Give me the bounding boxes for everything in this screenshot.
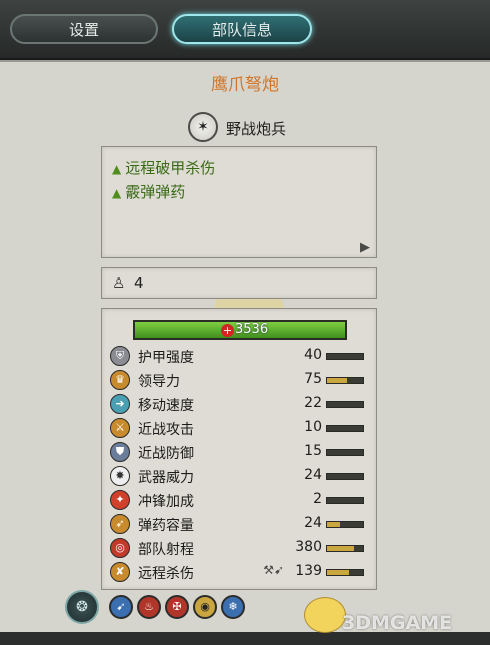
unit-name: 鹰爪弩炮 — [211, 75, 279, 95]
unit-size-box: ♙ 4 — [101, 267, 377, 299]
watermark: 3DMGAME — [342, 612, 453, 634]
weapon-strength-icon: ✸ — [110, 466, 130, 486]
health-value: 3536 — [235, 322, 269, 337]
stat-row-weapon-strength[interactable]: ✸ 武器威力 24 — [110, 465, 370, 487]
melee-defence-icon: ⛊ — [110, 442, 130, 462]
stat-bar — [326, 449, 364, 456]
tab-settings[interactable]: 设置 — [10, 14, 158, 44]
stat-row-missile-damage[interactable]: ✘ 远程杀伤 ⚒➹ 139 — [110, 561, 370, 583]
health-plus-icon: + — [221, 324, 234, 337]
stat-label: 远程杀伤 — [138, 566, 194, 582]
anti-large-icon[interactable]: ✠ — [165, 595, 189, 619]
formation-icon[interactable]: ❂ — [65, 590, 99, 624]
missile-damage-icon: ✘ — [110, 562, 130, 582]
stat-bar — [326, 377, 364, 384]
stat-label: 护甲强度 — [138, 350, 194, 366]
stat-row-range[interactable]: ◎ 部队射程 380 — [110, 537, 370, 559]
stat-bar — [326, 545, 364, 552]
stat-row-armour[interactable]: ⛨ 护甲强度 40 — [110, 345, 370, 367]
stat-row-leadership[interactable]: ♛ 领导力 75 — [110, 369, 370, 391]
stat-bar — [326, 521, 364, 528]
stat-bar-fill — [327, 570, 349, 575]
fire-icon[interactable]: ♨ — [137, 595, 161, 619]
play-icon[interactable]: ▶ — [360, 240, 370, 255]
stat-value: 22 — [304, 395, 322, 411]
stat-bar-fill — [327, 522, 340, 527]
stat-value: 139 — [295, 563, 322, 579]
attribute-label: 远程破甲杀伤 — [125, 159, 216, 177]
speed-icon: ➜ — [110, 394, 130, 414]
stat-row-ammunition[interactable]: ➶ 弹药容量 24 — [110, 513, 370, 535]
cannon-icon: ✶ — [188, 112, 218, 142]
stat-bar — [326, 569, 364, 576]
stat-bar — [326, 425, 364, 432]
stats-box: + 3536 ⛨ 护甲强度 40 ♛ 领导力 75 ➜ 移动速度 22 ⚔ 近战… — [101, 308, 377, 590]
attribute-item[interactable]: ▲ 远程破甲杀伤 — [112, 157, 215, 178]
stat-label: 移动速度 — [138, 398, 194, 414]
ammunition-icon: ➶ — [110, 514, 130, 534]
crossbow-icon[interactable]: ➹ — [109, 595, 133, 619]
health-bar[interactable]: + 3536 — [133, 320, 347, 340]
stat-label: 冲锋加成 — [138, 494, 194, 510]
melee-attack-icon: ⚔ — [110, 418, 130, 438]
tab-unit-info[interactable]: 部队信息 — [172, 14, 312, 44]
green-triangle-icon: ▲ — [112, 186, 122, 200]
stat-label: 部队射程 — [138, 542, 194, 558]
stat-row-charge-bonus[interactable]: ✦ 冲锋加成 2 — [110, 489, 370, 511]
armor-icon: ⛨ — [110, 346, 130, 366]
stat-value: 24 — [304, 515, 322, 531]
stat-value: 75 — [304, 371, 322, 387]
stat-value: 24 — [304, 467, 322, 483]
unit-size-value: 4 — [134, 274, 144, 292]
stat-label: 近战攻击 — [138, 422, 194, 438]
stat-value: 40 — [304, 347, 322, 363]
attributes-box: ▲ 远程破甲杀伤 ▲ 霰弹弹药 ▶ — [101, 146, 377, 258]
stat-row-melee-defence[interactable]: ⛊ 近战防御 15 — [110, 441, 370, 463]
stat-bar — [326, 353, 364, 360]
charge-bonus-icon: ✦ — [110, 490, 130, 510]
stat-row-melee-attack[interactable]: ⚔ 近战攻击 10 — [110, 417, 370, 439]
range-icon: ◎ — [110, 538, 130, 558]
watermark-mascot-image — [304, 597, 346, 633]
stat-value: 380 — [295, 539, 322, 555]
stat-bar-fill — [327, 378, 347, 383]
stat-value: 15 — [304, 443, 322, 459]
vision-icon[interactable]: ◉ — [193, 595, 217, 619]
soldier-icon: ♙ — [112, 274, 126, 292]
stat-bar — [326, 473, 364, 480]
attribute-label: 霰弹弹药 — [125, 183, 186, 201]
stat-label: 弹药容量 — [138, 518, 194, 534]
stat-bar-fill — [327, 546, 354, 551]
leadership-icon: ♛ — [110, 370, 130, 390]
unit-class-label: 野战炮兵 — [226, 120, 287, 138]
stat-bar — [326, 497, 364, 504]
stat-value: 2 — [313, 491, 322, 507]
armour-piercing-icon: ⚒➹ — [263, 563, 284, 577]
top-tab-bar: 设置 部队信息 — [0, 0, 490, 60]
stat-bar — [326, 401, 364, 408]
stat-row-speed[interactable]: ➜ 移动速度 22 — [110, 393, 370, 415]
frost-icon[interactable]: ❄ — [221, 595, 245, 619]
stat-value: 10 — [304, 419, 322, 435]
stat-label: 领导力 — [138, 374, 180, 390]
stat-label: 近战防御 — [138, 446, 194, 462]
green-triangle-icon: ▲ — [112, 162, 122, 176]
stat-label: 武器威力 — [138, 470, 194, 486]
attribute-item[interactable]: ▲ 霰弹弹药 — [112, 181, 185, 202]
